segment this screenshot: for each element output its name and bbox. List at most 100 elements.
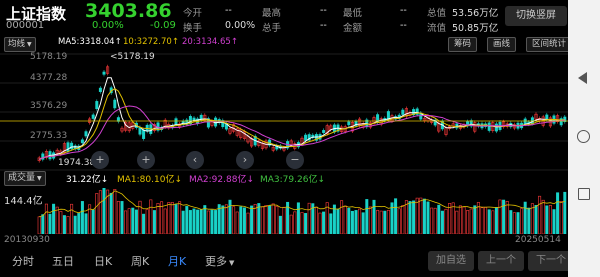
volume-bar: [552, 209, 556, 234]
volume-bar: [350, 210, 354, 234]
volume-bar: [113, 189, 117, 234]
tab-daily-k[interactable]: 日K: [94, 253, 112, 269]
volume-bar: [365, 199, 369, 234]
volume-bar: [545, 205, 549, 234]
volume-bar: [59, 211, 63, 234]
recents-icon[interactable]: [578, 188, 590, 200]
volume-max-label: 144.4亿: [4, 196, 43, 207]
volume-bar: [95, 193, 99, 234]
volume-bar: [336, 208, 340, 234]
tab-intraday[interactable]: 分时: [12, 253, 34, 269]
back-icon[interactable]: [578, 72, 587, 84]
index-code: 000001: [6, 20, 45, 31]
volume-bar: [181, 210, 185, 234]
volume-bar: [66, 216, 70, 234]
volume-ma-line: [39, 190, 565, 218]
tab-monthly-k[interactable]: 月K: [168, 253, 186, 269]
candle: [80, 139, 84, 144]
volume-bar: [84, 213, 88, 234]
ma10-value: 10:3272.70↑: [123, 37, 179, 47]
volume-bar: [37, 216, 41, 234]
volume-bar: [210, 209, 214, 234]
volume-bar: [404, 200, 408, 234]
start-date: 20130930: [4, 235, 50, 245]
chips-button[interactable]: 筹码: [448, 37, 478, 52]
volume-bar: [62, 215, 66, 234]
high-label: 最高: [262, 8, 282, 19]
volume-bar: [239, 206, 243, 234]
candle: [142, 129, 146, 139]
float-value: 50.85万亿: [452, 23, 499, 34]
ma20-value: 20:3134.65↑: [182, 37, 238, 47]
volume-bar: [563, 191, 567, 234]
volume-bar: [120, 201, 124, 234]
volume-bar: [502, 199, 506, 234]
minus-icon[interactable]: −: [286, 151, 304, 169]
chevron-right-icon[interactable]: ›: [236, 151, 254, 169]
volume-bar: [282, 206, 286, 234]
volume-bars: [37, 188, 567, 234]
volume-bar: [437, 204, 441, 234]
add-watchlist-button[interactable]: 加自选: [428, 251, 474, 271]
volume-bar: [77, 213, 81, 234]
volume-bar: [386, 209, 390, 234]
volume-bar: [408, 201, 412, 234]
end-date: 20250514: [515, 235, 561, 245]
volume-bar: [498, 199, 502, 234]
volume-bar: [260, 206, 264, 234]
volume-bar: [466, 210, 470, 234]
volume-bar: [185, 206, 189, 234]
volume-label: 总手: [262, 23, 282, 34]
volume-bar: [275, 205, 279, 234]
draw-line-button[interactable]: 画线: [487, 37, 517, 52]
switch-portrait-button[interactable]: 切换竖屏: [505, 6, 567, 26]
volume-bar: [268, 205, 272, 234]
volume-bar: [206, 210, 210, 234]
chevron-left-icon[interactable]: ‹: [186, 151, 204, 169]
volume-bar: [170, 202, 174, 234]
change-value: -0.09: [150, 20, 176, 31]
ma-mode-label: 均线: [8, 39, 26, 49]
volume-bar: [422, 198, 426, 234]
amount-value: --: [400, 20, 407, 31]
plus-icon[interactable]: +: [91, 151, 109, 169]
volume-bar: [116, 201, 120, 234]
volume-bar: [401, 205, 405, 234]
volume-bar: [138, 200, 142, 234]
volume-bar: [278, 215, 282, 234]
volume-bar: [174, 204, 178, 234]
candle: [401, 109, 405, 115]
volume-bar: [199, 209, 203, 234]
range-stats-button[interactable]: 区间统计: [526, 37, 573, 52]
volume-bar: [246, 212, 250, 234]
volume-chart[interactable]: [0, 186, 568, 234]
previous-button[interactable]: 上一个: [478, 251, 524, 271]
plus-icon[interactable]: +: [137, 151, 155, 169]
tab-five-day[interactable]: 五日: [52, 253, 74, 269]
volume-bar: [322, 211, 326, 234]
volume-bar: [512, 212, 516, 234]
axis-label-1: 4377.28: [30, 73, 68, 83]
volume-bar: [307, 202, 311, 234]
volume-bar: [347, 207, 351, 234]
home-icon[interactable]: [577, 130, 590, 143]
volume-bar: [523, 201, 527, 234]
low-label: 最低: [343, 8, 363, 19]
volume-bar: [44, 203, 48, 234]
tab-weekly-k[interactable]: 周K: [131, 253, 149, 269]
volume-bar: [145, 209, 149, 234]
high-value: --: [320, 5, 327, 16]
indicator-select[interactable]: 成交量 ▼: [4, 171, 46, 186]
ma-mode-select[interactable]: 均线 ▼: [4, 37, 36, 52]
turnover-label: 换手: [183, 23, 203, 34]
volume-bar: [397, 208, 401, 234]
candle: [174, 118, 178, 125]
open-label: 今开: [183, 8, 203, 19]
volume-bar: [55, 206, 59, 234]
float-value-label: 流值: [427, 23, 447, 34]
candle: [322, 130, 326, 133]
volume-bar: [444, 208, 448, 234]
tab-more[interactable]: 更多 ▼: [205, 253, 234, 269]
volume-bar: [163, 208, 167, 234]
kline-chart[interactable]: [0, 52, 568, 172]
